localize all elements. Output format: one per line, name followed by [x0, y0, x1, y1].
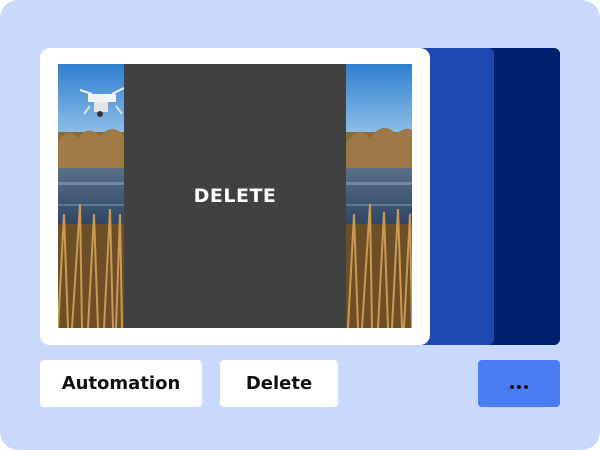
media-panel: DELETE Automation Delete [0, 0, 600, 450]
more-options-button[interactable] [478, 360, 560, 407]
delete-overlay[interactable]: DELETE [124, 64, 346, 328]
media-card[interactable]: DELETE [40, 48, 430, 345]
more-horizontal-icon [510, 384, 528, 389]
delete-button[interactable]: Delete [220, 360, 338, 407]
automation-button[interactable]: Automation [40, 360, 202, 407]
lake-drone-photo: DELETE [58, 64, 412, 328]
delete-overlay-label: DELETE [193, 185, 277, 207]
